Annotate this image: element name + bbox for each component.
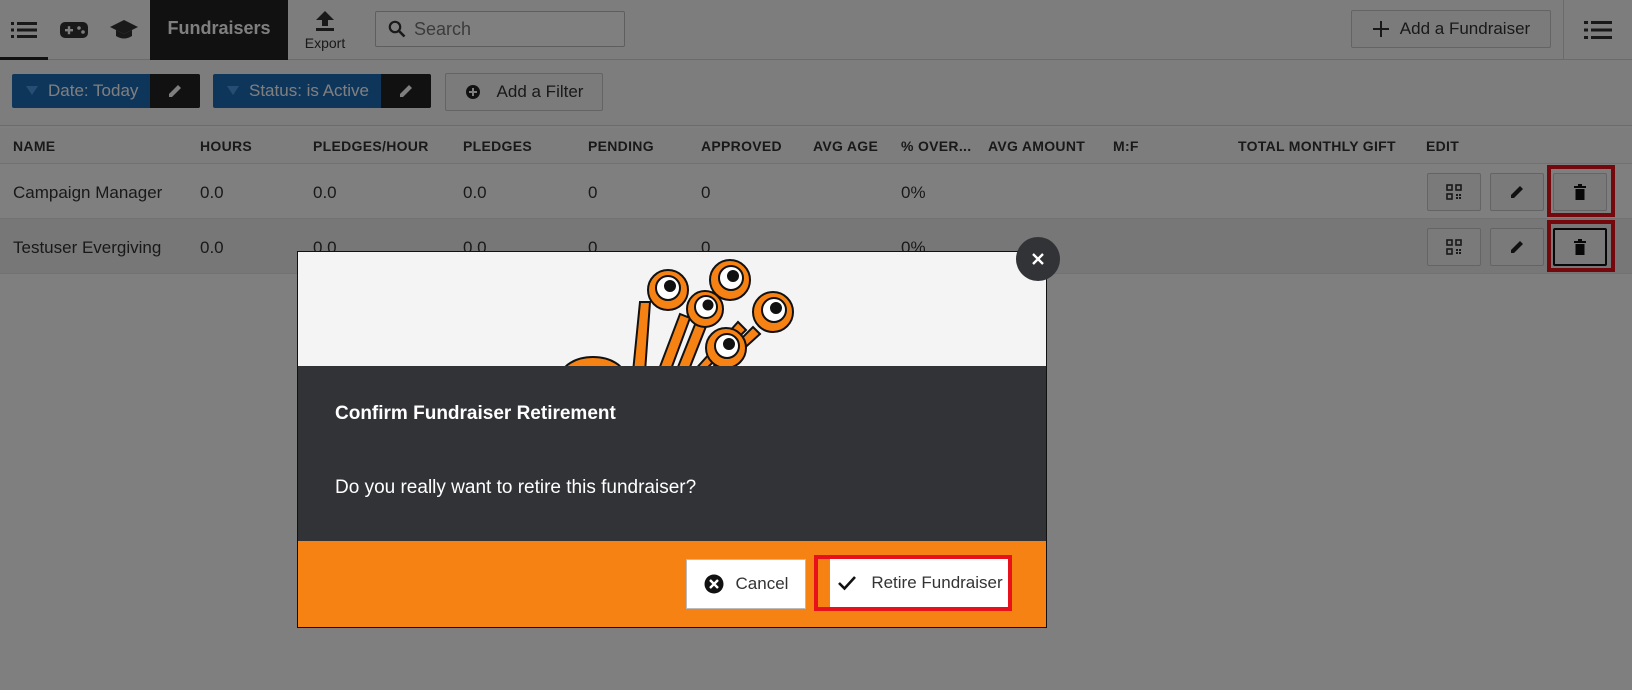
close-icon	[1030, 251, 1046, 267]
cancel-button[interactable]: Cancel	[686, 559, 806, 609]
cancel-label: Cancel	[735, 574, 789, 593]
dialog-message: Do you really want to retire this fundra…	[335, 477, 697, 498]
dialog-title: Confirm Fundraiser Retirement	[335, 403, 616, 424]
dialog-body: Confirm Fundraiser Retirement Do you rea…	[298, 366, 1046, 541]
close-dialog-button[interactable]	[1016, 237, 1060, 281]
confirm-retire-dialog: Confirm Fundraiser Retirement Do you rea…	[297, 251, 1047, 628]
mascot-illustration	[298, 252, 1046, 366]
cancel-circle-icon	[704, 574, 724, 594]
highlight-box-retire	[814, 555, 1012, 611]
